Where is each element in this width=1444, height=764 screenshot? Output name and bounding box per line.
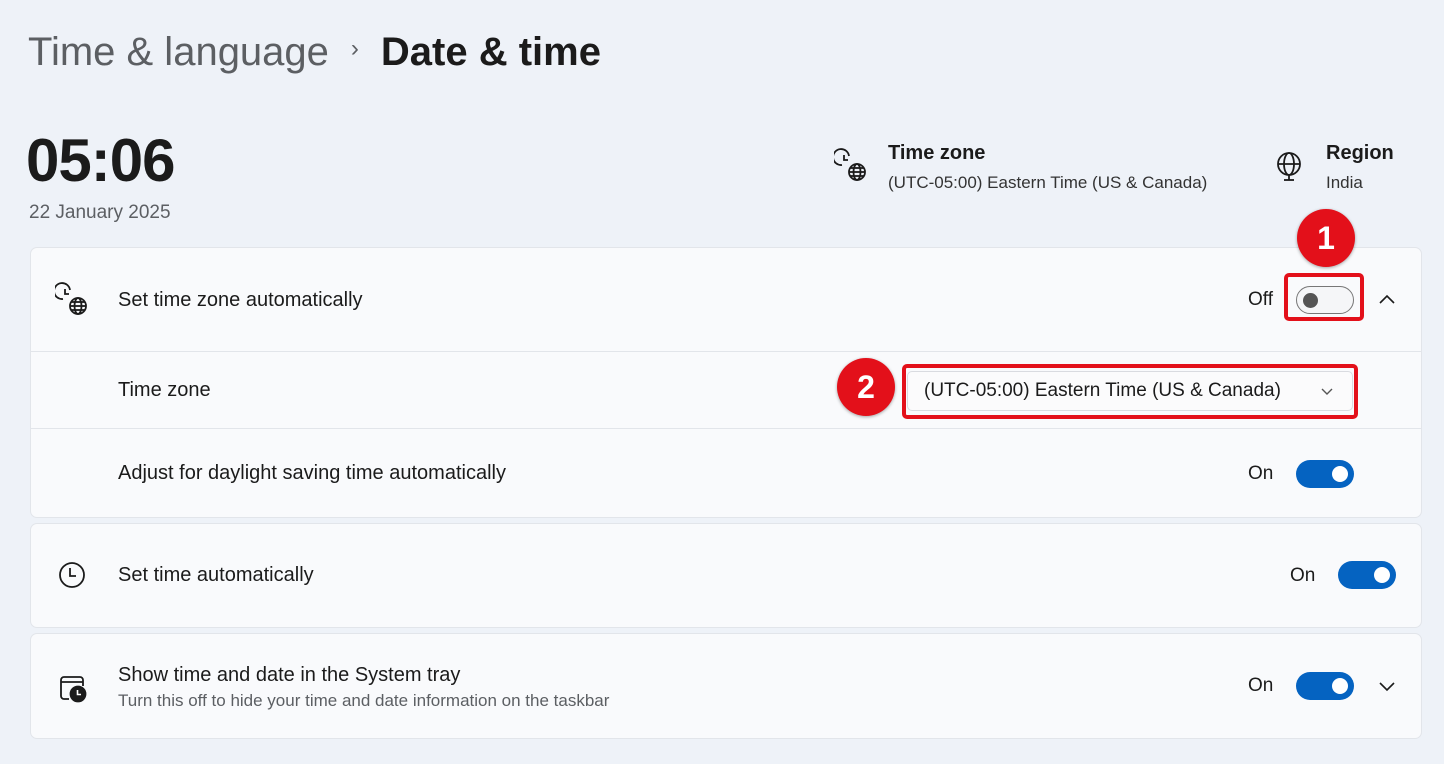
set-time-automatically-card: Set time automatically On: [30, 523, 1422, 628]
system-tray-text: Show time and date in the System tray Tu…: [118, 664, 609, 711]
set-time-automatically-row: Set time automatically On: [31, 524, 1421, 627]
chevron-up-icon[interactable]: [1377, 290, 1397, 310]
breadcrumb-time-and-language[interactable]: Time & language: [28, 30, 329, 75]
clock-globe-icon: [55, 282, 87, 315]
page-title: Date & time: [380, 30, 601, 74]
set-time-automatically-state: On: [1290, 564, 1316, 586]
set-time-zone-automatically-state: Off: [1248, 289, 1273, 310]
chevron-down-icon[interactable]: [1377, 676, 1397, 696]
calendar-clock-icon: [60, 676, 87, 703]
time-zone-info: Time zone (UTC-05:00) Eastern Time (US &…: [834, 142, 1207, 193]
system-tray-label: Show time and date in the System tray: [118, 664, 461, 686]
system-tray-state: On: [1248, 675, 1274, 696]
system-tray-card: Show time and date in the System tray Tu…: [30, 633, 1422, 739]
daylight-saving-row: Adjust for daylight saving time automati…: [31, 428, 1421, 518]
annotation-highlight-1: [1284, 273, 1364, 321]
time-zone-value: (UTC-05:00) Eastern Time (US & Canada): [888, 173, 1208, 192]
time-zone-label: Time zone: [118, 379, 211, 401]
clock-globe-icon: [834, 148, 866, 181]
breadcrumb: Time & language › Date & time: [28, 30, 601, 75]
region-value: India: [1326, 173, 1363, 192]
time-zone-title: Time zone: [888, 142, 986, 164]
system-tray-toggle[interactable]: [1296, 672, 1354, 700]
annotation-badge-1: 1: [1297, 209, 1355, 267]
daylight-saving-toggle[interactable]: [1296, 460, 1354, 488]
globe-icon: [1277, 152, 1301, 181]
set-time-zone-automatically-label: Set time zone automatically: [118, 288, 363, 311]
breadcrumb-chevron-icon: ›: [350, 34, 359, 62]
set-time-automatically-label: Set time automatically: [118, 564, 314, 586]
clock-icon: [59, 562, 85, 588]
toggle-knob: [1332, 466, 1348, 482]
annotation-badge-2: 2: [837, 358, 895, 416]
current-date: 22 January 2025: [29, 202, 171, 223]
daylight-saving-state: On: [1248, 462, 1274, 484]
region-info: Region India: [1272, 142, 1394, 193]
set-time-zone-automatically-row[interactable]: Set time zone automatically Off: [31, 248, 1421, 352]
current-time: 05:06: [26, 127, 175, 194]
system-tray-row[interactable]: Show time and date in the System tray Tu…: [31, 634, 1421, 738]
set-time-automatically-toggle[interactable]: [1338, 561, 1396, 589]
toggle-knob: [1374, 567, 1390, 583]
daylight-saving-label: Adjust for daylight saving time automati…: [118, 462, 506, 484]
region-title: Region: [1326, 142, 1394, 164]
toggle-knob: [1332, 678, 1348, 694]
annotation-highlight-2: [902, 364, 1358, 419]
system-tray-description: Turn this off to hide your time and date…: [118, 691, 610, 710]
